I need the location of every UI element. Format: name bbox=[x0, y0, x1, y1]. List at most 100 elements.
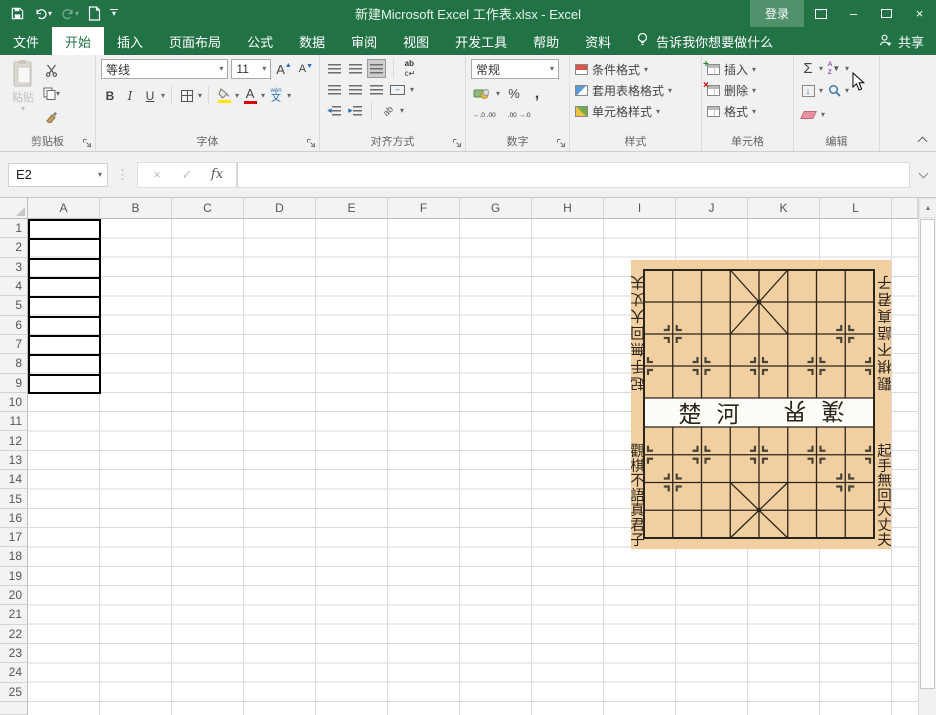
find-select-button[interactable] bbox=[825, 81, 843, 100]
bold-button[interactable]: B bbox=[101, 86, 119, 105]
insert-function-button[interactable]: fx bbox=[202, 167, 232, 182]
row-header-20[interactable]: 20 bbox=[0, 586, 28, 605]
row-header-18[interactable]: 18 bbox=[0, 547, 28, 566]
styles-item-2[interactable]: 套用表格格式▾ bbox=[575, 80, 697, 101]
row-header-21[interactable]: 21 bbox=[0, 605, 28, 624]
number-dialog-launcher-icon[interactable] bbox=[556, 138, 566, 148]
column-header-K[interactable]: K bbox=[748, 198, 820, 219]
decrease-indent-button[interactable]: ◂ bbox=[325, 101, 343, 120]
collapse-ribbon-button[interactable] bbox=[918, 137, 928, 147]
font-name-combobox[interactable]: 等线▾ bbox=[101, 59, 228, 79]
save-icon[interactable] bbox=[10, 6, 25, 21]
row-header-4[interactable]: 4 bbox=[0, 277, 28, 296]
row-header-14[interactable]: 14 bbox=[0, 470, 28, 489]
increase-decimal-button[interactable]: ←.0 .00 bbox=[471, 106, 498, 125]
fill-button[interactable]: ↓ bbox=[799, 81, 817, 100]
column-header-A[interactable]: A bbox=[28, 198, 100, 219]
cells-item-2[interactable]: ×删除▾ bbox=[707, 80, 789, 101]
top-align-button[interactable] bbox=[325, 59, 343, 78]
column-header-L[interactable]: L bbox=[820, 198, 892, 219]
format-painter-button[interactable] bbox=[41, 107, 62, 126]
shrink-font-button[interactable]: A▼ bbox=[297, 60, 315, 79]
scrollbar-thumb[interactable] bbox=[920, 219, 935, 689]
underline-caret-icon[interactable]: ▾ bbox=[161, 92, 165, 100]
ribbon-tab-4[interactable]: 公式 bbox=[234, 27, 286, 55]
styles-item-3[interactable]: 单元格样式▾ bbox=[575, 101, 697, 122]
row-header-3[interactable]: 3 bbox=[0, 258, 28, 277]
ribbon-tab-5[interactable]: 数据 bbox=[286, 27, 338, 55]
fill-color-button[interactable] bbox=[215, 86, 233, 105]
ribbon-tab-6[interactable]: 审阅 bbox=[338, 27, 390, 55]
cells-item-1[interactable]: +插入▾ bbox=[707, 59, 789, 80]
formula-input[interactable] bbox=[237, 162, 910, 188]
column-header-E[interactable]: E bbox=[316, 198, 388, 219]
new-document-icon[interactable] bbox=[88, 6, 101, 21]
undo-caret-icon[interactable]: ▾ bbox=[48, 10, 52, 18]
expand-formula-bar-button[interactable] bbox=[910, 173, 936, 177]
column-header-partial[interactable] bbox=[892, 198, 918, 219]
column-header-F[interactable]: F bbox=[388, 198, 460, 219]
scroll-up-button[interactable]: ▲ bbox=[919, 198, 936, 218]
row-header-16[interactable]: 16 bbox=[0, 509, 28, 528]
ribbon-tab-8[interactable]: 开发工具 bbox=[442, 27, 520, 55]
row-header-7[interactable]: 7 bbox=[0, 335, 28, 354]
cut-button[interactable] bbox=[41, 61, 62, 80]
sign-in-button[interactable]: 登录 bbox=[750, 0, 804, 27]
decrease-decimal-button[interactable]: .00 →.0 bbox=[506, 106, 533, 125]
close-button[interactable]: × bbox=[903, 0, 936, 27]
name-box[interactable]: E2 ▾ bbox=[8, 163, 108, 187]
orientation-button[interactable]: ab bbox=[379, 101, 397, 120]
customize-qat-button[interactable]: ▾ bbox=[110, 9, 118, 19]
undo-button[interactable]: ▾ bbox=[34, 7, 52, 21]
row-header-5[interactable]: 5 bbox=[0, 296, 28, 315]
alignment-dialog-launcher-icon[interactable] bbox=[452, 138, 462, 148]
ribbon-tab-1[interactable]: 开始 bbox=[52, 27, 104, 55]
styles-item-1[interactable]: 条件格式▾ bbox=[575, 59, 697, 80]
sort-filter-button[interactable]: AZ ▼ bbox=[825, 59, 843, 78]
row-header-12[interactable]: 12 bbox=[0, 431, 28, 450]
maximize-button[interactable] bbox=[870, 0, 903, 27]
font-size-combobox[interactable]: 11▾ bbox=[231, 59, 271, 79]
ribbon-display-options-button[interactable]: ˆ bbox=[804, 0, 837, 27]
row-header-8[interactable]: 8 bbox=[0, 354, 28, 373]
bordered-range-a1-a9[interactable] bbox=[28, 219, 101, 394]
comma-style-button[interactable]: , bbox=[528, 84, 546, 103]
column-header-J[interactable]: J bbox=[676, 198, 748, 219]
row-header-25[interactable]: 25 bbox=[0, 683, 28, 702]
ribbon-tab-2[interactable]: 插入 bbox=[104, 27, 156, 55]
row-header-partial[interactable] bbox=[0, 702, 28, 715]
ribbon-tab-10[interactable]: 资料 bbox=[572, 27, 624, 55]
tell-me-box[interactable]: 告诉我你想要做什么 bbox=[636, 27, 773, 55]
clipboard-dialog-launcher-icon[interactable] bbox=[82, 138, 92, 148]
percent-style-button[interactable]: % bbox=[505, 84, 523, 103]
align-left-button[interactable] bbox=[325, 80, 343, 99]
font-color-button[interactable]: A bbox=[241, 86, 259, 105]
minimize-button[interactable]: – bbox=[837, 0, 870, 27]
autosum-button[interactable]: Σ bbox=[799, 59, 817, 78]
row-header-1[interactable]: 1 bbox=[0, 219, 28, 238]
row-header-17[interactable]: 17 bbox=[0, 528, 28, 547]
row-header-2[interactable]: 2 bbox=[0, 238, 28, 257]
share-button[interactable]: 共享 bbox=[878, 27, 924, 55]
row-header-13[interactable]: 13 bbox=[0, 451, 28, 470]
xiangqi-board-image[interactable]: 楚河漢界起手無回大丈夫觀棋不語真君子觀棋不語真君子起手無回大丈夫 bbox=[631, 260, 891, 549]
vertical-scrollbar[interactable]: ▲ bbox=[918, 198, 936, 715]
clear-button[interactable] bbox=[799, 105, 817, 124]
column-header-C[interactable]: C bbox=[172, 198, 244, 219]
row-header-6[interactable]: 6 bbox=[0, 316, 28, 335]
cell-grid[interactable]: 楚河漢界起手無回大丈夫觀棋不語真君子觀棋不語真君子起手無回大丈夫 bbox=[28, 219, 918, 715]
bottom-align-button[interactable] bbox=[367, 59, 386, 78]
borders-button[interactable] bbox=[178, 86, 196, 105]
font-dialog-launcher-icon[interactable] bbox=[306, 138, 316, 148]
row-header-23[interactable]: 23 bbox=[0, 644, 28, 663]
underline-button[interactable]: U bbox=[141, 86, 159, 105]
row-header-24[interactable]: 24 bbox=[0, 663, 28, 682]
tab-file[interactable]: 文件 bbox=[0, 27, 52, 55]
increase-indent-button[interactable]: ▸ bbox=[346, 101, 364, 120]
ribbon-tab-7[interactable]: 视图 bbox=[390, 27, 442, 55]
name-box-caret-icon[interactable]: ▾ bbox=[98, 171, 102, 179]
grow-font-button[interactable]: A▲ bbox=[274, 60, 294, 79]
merge-center-button[interactable]: ↔ bbox=[388, 80, 407, 99]
column-header-H[interactable]: H bbox=[532, 198, 604, 219]
align-right-button[interactable] bbox=[367, 80, 385, 99]
